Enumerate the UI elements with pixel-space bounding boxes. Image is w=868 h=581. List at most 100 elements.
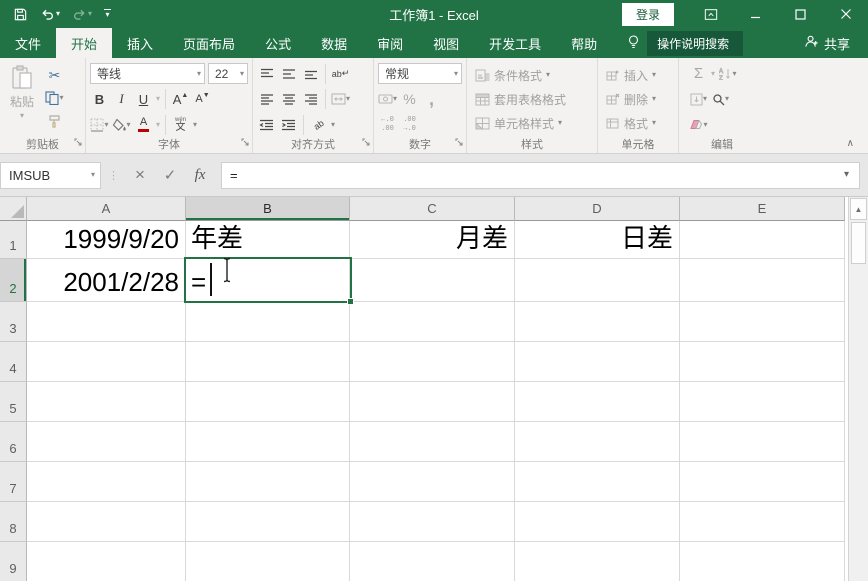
bold-button[interactable]: B (90, 89, 109, 110)
alignment-dialog-launcher-icon[interactable] (362, 133, 370, 151)
cell-C3[interactable] (350, 302, 515, 342)
cell-C7[interactable] (350, 462, 515, 502)
cell-E3[interactable] (680, 302, 845, 342)
cell-A2[interactable]: 2001/2/28 (27, 259, 186, 302)
cell-E9[interactable] (680, 542, 845, 581)
confirm-entry-icon[interactable]: ✓ (155, 166, 185, 184)
cell-D4[interactable] (515, 342, 680, 382)
row-header-8[interactable]: 8 (0, 502, 27, 542)
row-header-6[interactable]: 6 (0, 422, 27, 462)
minimize-icon[interactable] (733, 0, 778, 28)
tab-formulas[interactable]: 公式 (250, 28, 306, 58)
grow-font-button[interactable]: A▲ (171, 89, 190, 110)
scroll-up-icon[interactable]: ▲ (850, 198, 867, 220)
decrease-indent-icon[interactable] (257, 114, 276, 135)
wrap-text-icon[interactable]: ab↵ (331, 63, 350, 84)
name-box-dropdown-icon[interactable]: ▾ (91, 171, 95, 179)
cell-A5[interactable] (27, 382, 186, 422)
cell-A8[interactable] (27, 502, 186, 542)
cell-D6[interactable] (515, 422, 680, 462)
cell-E4[interactable] (680, 342, 845, 382)
close-icon[interactable] (823, 0, 868, 28)
cell-A9[interactable] (27, 542, 186, 581)
tab-view[interactable]: 视图 (418, 28, 474, 58)
align-bottom-icon[interactable] (301, 63, 320, 84)
cell-D5[interactable] (515, 382, 680, 422)
undo-dropdown-icon[interactable]: ▾ (56, 10, 60, 18)
cell-C1[interactable]: 月差 (350, 221, 515, 259)
cell-D3[interactable] (515, 302, 680, 342)
cell-B4[interactable] (186, 342, 350, 382)
formula-bar-drag-handle[interactable]: ⋮ (101, 169, 125, 182)
tab-review[interactable]: 审阅 (362, 28, 418, 58)
number-dialog-launcher-icon[interactable] (455, 133, 463, 151)
tab-home[interactable]: 开始 (56, 28, 112, 58)
orientation-icon[interactable]: ab (305, 110, 333, 138)
cell-B5[interactable] (186, 382, 350, 422)
tab-page-layout[interactable]: 页面布局 (168, 28, 250, 58)
row-header-3[interactable]: 3 (0, 302, 27, 342)
row-header-5[interactable]: 5 (0, 382, 27, 422)
copy-icon[interactable]: ▾ (45, 88, 64, 109)
underline-button[interactable]: U (134, 89, 153, 110)
tab-insert[interactable]: 插入 (112, 28, 168, 58)
cut-icon[interactable]: ✂ (45, 65, 64, 86)
cell-A4[interactable] (27, 342, 186, 382)
sign-in-button[interactable]: 登录 (622, 3, 674, 26)
cell-E2[interactable] (680, 259, 845, 302)
fill-color-icon[interactable]: ▾ (112, 114, 131, 135)
cell-E6[interactable] (680, 422, 845, 462)
cell-D8[interactable] (515, 502, 680, 542)
cell-B6[interactable] (186, 422, 350, 462)
underline-dropdown-icon[interactable]: ▾ (156, 95, 160, 103)
share-button[interactable]: 共享 (786, 28, 868, 58)
number-format-select[interactable]: 常规▾ (378, 63, 462, 84)
cell-A6[interactable] (27, 422, 186, 462)
maximize-icon[interactable] (778, 0, 823, 28)
cell-E1[interactable] (680, 221, 845, 259)
undo-icon[interactable]: ▾ (37, 5, 63, 23)
name-box[interactable]: IMSUB ▾ (0, 162, 101, 189)
save-icon[interactable] (10, 5, 31, 24)
cell-D7[interactable] (515, 462, 680, 502)
cell-E8[interactable] (680, 502, 845, 542)
cell-C9[interactable] (350, 542, 515, 581)
font-dialog-launcher-icon[interactable] (241, 133, 249, 151)
tab-data[interactable]: 数据 (306, 28, 362, 58)
cell-C8[interactable] (350, 502, 515, 542)
align-middle-icon[interactable] (279, 63, 298, 84)
scrollbar-thumb[interactable] (851, 222, 866, 264)
clipboard-dialog-launcher-icon[interactable] (74, 133, 82, 151)
increase-indent-icon[interactable] (279, 114, 298, 135)
formula-input[interactable]: = ▾ (221, 162, 860, 189)
find-select-icon[interactable]: ▾ (711, 89, 730, 110)
cell-B9[interactable] (186, 542, 350, 581)
align-center-icon[interactable] (279, 89, 298, 110)
clear-icon[interactable]: ▾ (689, 114, 708, 135)
cell-E7[interactable] (680, 462, 845, 502)
collapse-ribbon-icon[interactable]: ∧ (847, 138, 854, 149)
col-header-D[interactable]: D (515, 197, 680, 221)
col-header-A[interactable]: A (27, 197, 186, 221)
cell-D9[interactable] (515, 542, 680, 581)
customize-qat-icon[interactable]: ▾ (101, 7, 114, 21)
align-left-icon[interactable] (257, 89, 276, 110)
align-right-icon[interactable] (301, 89, 320, 110)
insert-function-icon[interactable]: fx (185, 167, 215, 184)
cell-C6[interactable] (350, 422, 515, 462)
cell-C5[interactable] (350, 382, 515, 422)
row-header-9[interactable]: 9 (0, 542, 27, 581)
select-all-corner[interactable] (0, 197, 27, 221)
row-header-2[interactable]: 2 (0, 259, 27, 302)
row-header-7[interactable]: 7 (0, 462, 27, 502)
align-top-icon[interactable] (257, 63, 276, 84)
ribbon-display-options-icon[interactable] (688, 0, 733, 28)
font-name-select[interactable]: 等线▾ (90, 63, 205, 84)
tab-developer[interactable]: 开发工具 (474, 28, 556, 58)
shrink-font-button[interactable]: A▼ (193, 89, 212, 110)
row-header-1[interactable]: 1 (0, 221, 27, 259)
cell-B8[interactable] (186, 502, 350, 542)
expand-formula-bar-icon[interactable]: ▾ (844, 170, 849, 180)
cell-C4[interactable] (350, 342, 515, 382)
cell-D1[interactable]: 日差 (515, 221, 680, 259)
